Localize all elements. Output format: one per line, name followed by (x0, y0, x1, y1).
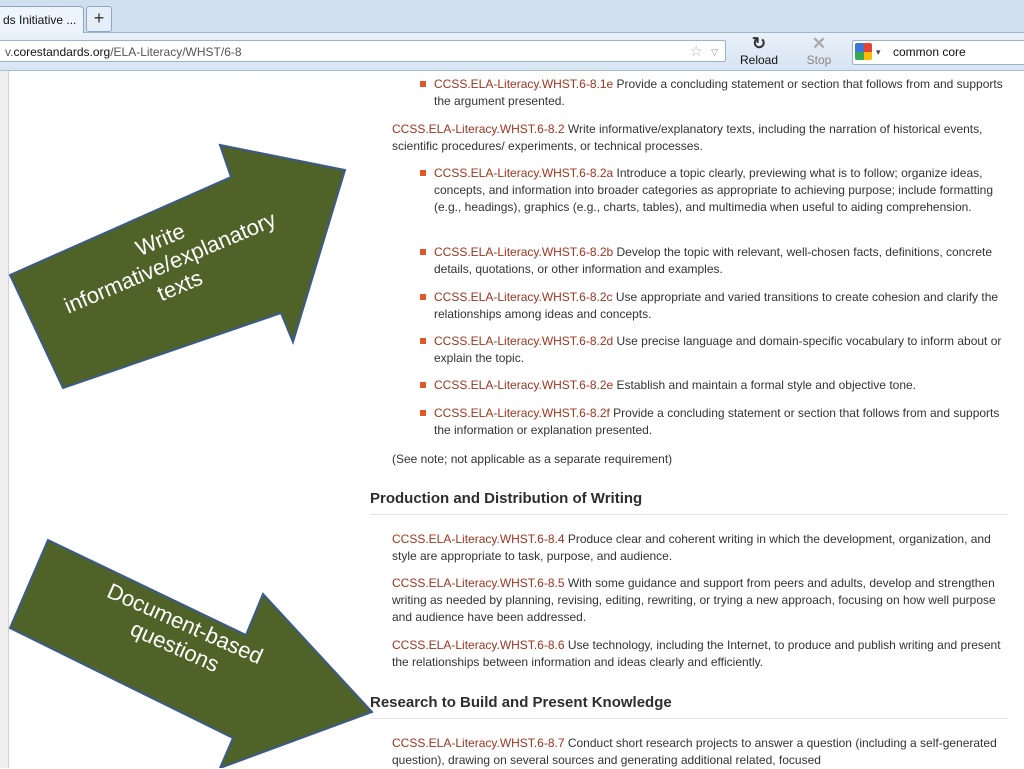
callout-arrows (8, 143, 374, 768)
